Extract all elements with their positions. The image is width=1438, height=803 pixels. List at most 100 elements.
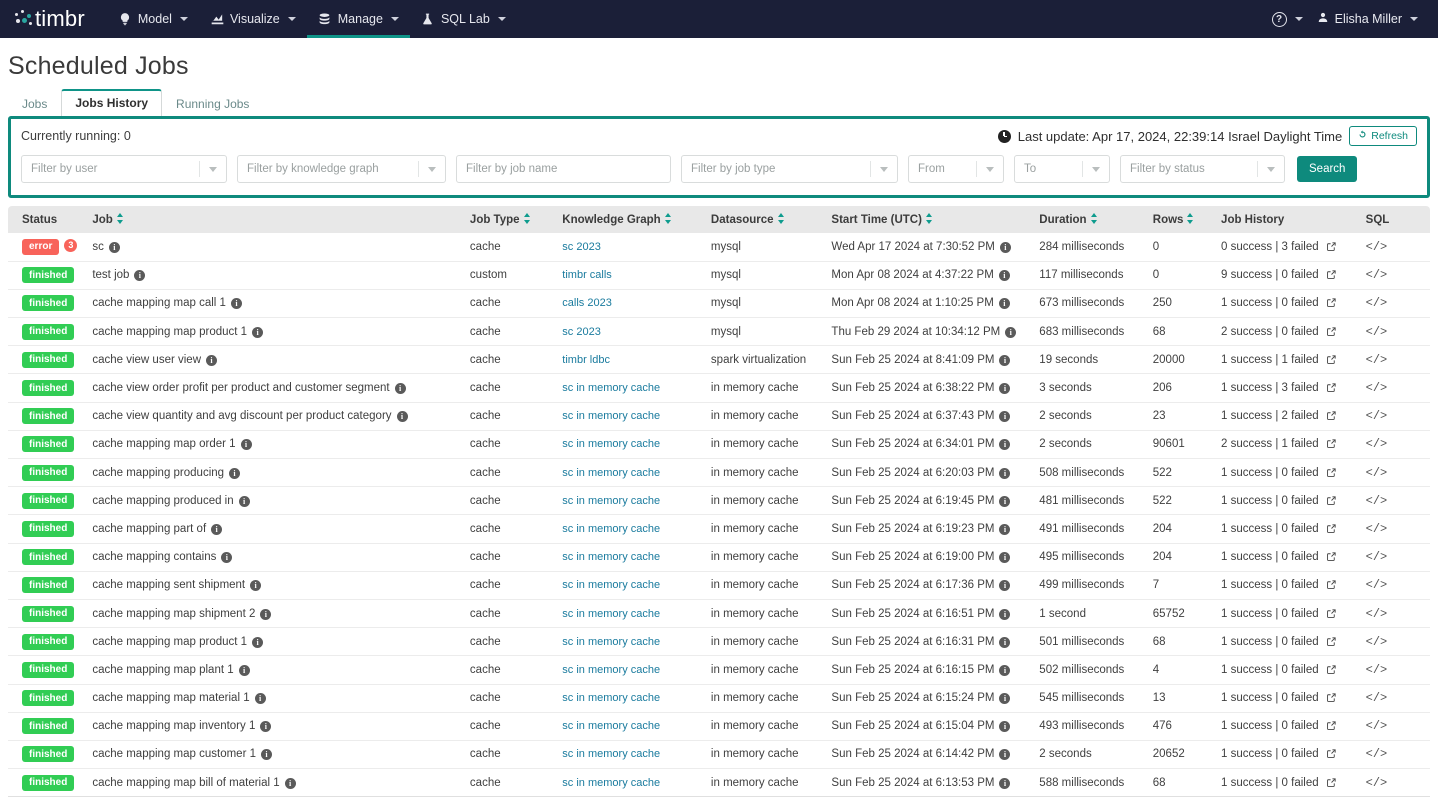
- nav-item-model[interactable]: Model: [107, 0, 199, 38]
- nav-item-sql-lab[interactable]: SQL Lab: [410, 0, 517, 38]
- external-link-icon[interactable]: [1326, 354, 1337, 365]
- info-icon[interactable]: i: [999, 523, 1011, 535]
- cell-knowledge-graph[interactable]: sc in memory cache: [562, 712, 711, 741]
- cell-knowledge-graph[interactable]: timbr ldbc: [562, 345, 711, 375]
- knowledge-graph-link[interactable]: sc in memory cache: [562, 438, 660, 450]
- info-icon[interactable]: i: [999, 608, 1011, 620]
- external-link-icon[interactable]: [1326, 495, 1337, 506]
- info-icon[interactable]: i: [260, 721, 272, 733]
- info-icon[interactable]: i: [999, 354, 1011, 366]
- info-icon[interactable]: i: [250, 580, 262, 592]
- info-icon[interactable]: i: [999, 439, 1011, 451]
- table-row[interactable]: finished cache mapping map inventory 1 i ca…: [8, 712, 1430, 741]
- info-icon[interactable]: i: [999, 383, 1011, 395]
- code-icon[interactable]: </>: [1366, 550, 1388, 564]
- knowledge-graph-link[interactable]: sc in memory cache: [562, 777, 660, 789]
- info-icon[interactable]: i: [396, 411, 408, 423]
- info-icon[interactable]: i: [998, 270, 1010, 282]
- table-row[interactable]: finished cache mapping producing i cache sc …: [8, 458, 1430, 488]
- sort-icon[interactable]: [664, 213, 672, 224]
- knowledge-graph-link[interactable]: timbr calls: [562, 269, 612, 281]
- sort-icon[interactable]: [523, 213, 531, 224]
- info-icon[interactable]: i: [999, 777, 1011, 789]
- sort-icon[interactable]: [1187, 213, 1194, 224]
- code-icon[interactable]: </>: [1366, 607, 1388, 621]
- col-start-time[interactable]: Start Time (UTC): [831, 206, 1040, 233]
- knowledge-graph-link[interactable]: sc in memory cache: [562, 467, 660, 479]
- knowledge-graph-link[interactable]: sc in memory cache: [562, 495, 660, 507]
- sort-icon[interactable]: [777, 213, 785, 224]
- info-icon[interactable]: i: [999, 241, 1011, 253]
- code-icon[interactable]: </>: [1366, 578, 1388, 592]
- info-icon[interactable]: i: [999, 636, 1011, 648]
- info-icon[interactable]: i: [252, 326, 264, 338]
- external-link-icon[interactable]: [1326, 410, 1337, 421]
- info-icon[interactable]: i: [211, 523, 223, 535]
- table-row[interactable]: finished cache mapping map plant 1 i cache s…: [8, 655, 1430, 685]
- filter-job-name-input[interactable]: [456, 155, 671, 183]
- table-row[interactable]: finished cache mapping map product 1 i cach…: [8, 317, 1430, 347]
- knowledge-graph-link[interactable]: sc in memory cache: [562, 579, 660, 591]
- nav-item-manage[interactable]: Manage: [306, 0, 411, 38]
- code-icon[interactable]: </>: [1366, 240, 1388, 254]
- info-icon[interactable]: i: [999, 721, 1011, 733]
- code-icon[interactable]: </>: [1366, 494, 1388, 508]
- col-datasource[interactable]: Datasource: [710, 206, 832, 233]
- info-icon[interactable]: i: [134, 270, 146, 282]
- cell-knowledge-graph[interactable]: sc in memory cache: [562, 627, 711, 657]
- info-icon[interactable]: i: [260, 749, 272, 761]
- code-icon[interactable]: </>: [1366, 296, 1388, 310]
- user-menu[interactable]: Elisha Miller: [1311, 11, 1424, 27]
- cell-knowledge-graph[interactable]: calls 2023: [562, 289, 711, 319]
- table-row[interactable]: error 3 sc i cache sc 2023 mysql Wed Apr 17 202…: [8, 233, 1430, 262]
- cell-knowledge-graph[interactable]: sc in memory cache: [562, 599, 711, 629]
- table-row[interactable]: finished cache mapping sent shipment i cach…: [8, 571, 1430, 600]
- code-icon[interactable]: </>: [1366, 437, 1388, 451]
- filter-from-date-select[interactable]: From: [908, 155, 1004, 183]
- info-icon[interactable]: i: [108, 241, 120, 253]
- info-icon[interactable]: i: [238, 495, 250, 507]
- table-row[interactable]: finished cache mapping produced in i cache s…: [8, 486, 1430, 516]
- code-icon[interactable]: </>: [1366, 325, 1388, 339]
- filter-user-select[interactable]: Filter by user: [21, 155, 227, 183]
- external-link-icon[interactable]: [1326, 636, 1337, 647]
- info-icon[interactable]: i: [999, 580, 1011, 592]
- info-icon[interactable]: i: [999, 552, 1011, 564]
- external-link-icon[interactable]: [1326, 608, 1337, 619]
- code-icon[interactable]: </>: [1366, 635, 1388, 649]
- sort-icon[interactable]: [116, 213, 124, 224]
- col-knowledge-graph[interactable]: Knowledge Graph: [562, 206, 711, 233]
- external-link-icon[interactable]: [1326, 438, 1337, 449]
- knowledge-graph-link[interactable]: sc 2023: [562, 241, 601, 253]
- cell-knowledge-graph[interactable]: sc in memory cache: [562, 514, 711, 544]
- info-icon[interactable]: i: [999, 467, 1011, 479]
- knowledge-graph-link[interactable]: sc in memory cache: [562, 720, 660, 732]
- tab-jobs-history[interactable]: Jobs History: [61, 89, 163, 117]
- cell-knowledge-graph[interactable]: sc 2023: [562, 233, 711, 262]
- knowledge-graph-link[interactable]: sc 2023: [562, 326, 601, 338]
- external-link-icon[interactable]: [1326, 382, 1337, 393]
- info-icon[interactable]: i: [206, 354, 217, 366]
- info-icon[interactable]: i: [284, 777, 296, 789]
- filter-knowledge-graph-select[interactable]: Filter by knowledge graph: [237, 155, 446, 183]
- table-row[interactable]: finished cache mapping contains i cache sc i…: [8, 543, 1430, 572]
- code-icon[interactable]: </>: [1366, 409, 1388, 423]
- code-icon[interactable]: </>: [1366, 719, 1388, 733]
- table-row[interactable]: finished cache view quantity and avg disc…: [8, 402, 1430, 431]
- code-icon[interactable]: </>: [1366, 747, 1388, 761]
- table-row[interactable]: finished cache mapping map bill of materi…: [8, 768, 1430, 798]
- info-icon[interactable]: i: [999, 411, 1011, 423]
- knowledge-graph-link[interactable]: sc in memory cache: [562, 664, 660, 676]
- sort-icon[interactable]: [925, 213, 933, 224]
- tab-running-jobs[interactable]: Running Jobs: [162, 91, 263, 117]
- external-link-icon[interactable]: [1326, 551, 1337, 562]
- cell-knowledge-graph[interactable]: sc in memory cache: [562, 768, 711, 798]
- cell-knowledge-graph[interactable]: sc in memory cache: [562, 543, 711, 572]
- filter-to-date-select[interactable]: To: [1014, 155, 1110, 183]
- external-link-icon[interactable]: [1326, 720, 1337, 731]
- knowledge-graph-link[interactable]: calls 2023: [562, 297, 612, 309]
- table-row[interactable]: finished cache mapping map customer 1 i cac…: [8, 740, 1430, 770]
- col-job[interactable]: Job: [92, 206, 470, 233]
- knowledge-graph-link[interactable]: sc in memory cache: [562, 692, 660, 704]
- cell-knowledge-graph[interactable]: sc 2023: [562, 317, 711, 347]
